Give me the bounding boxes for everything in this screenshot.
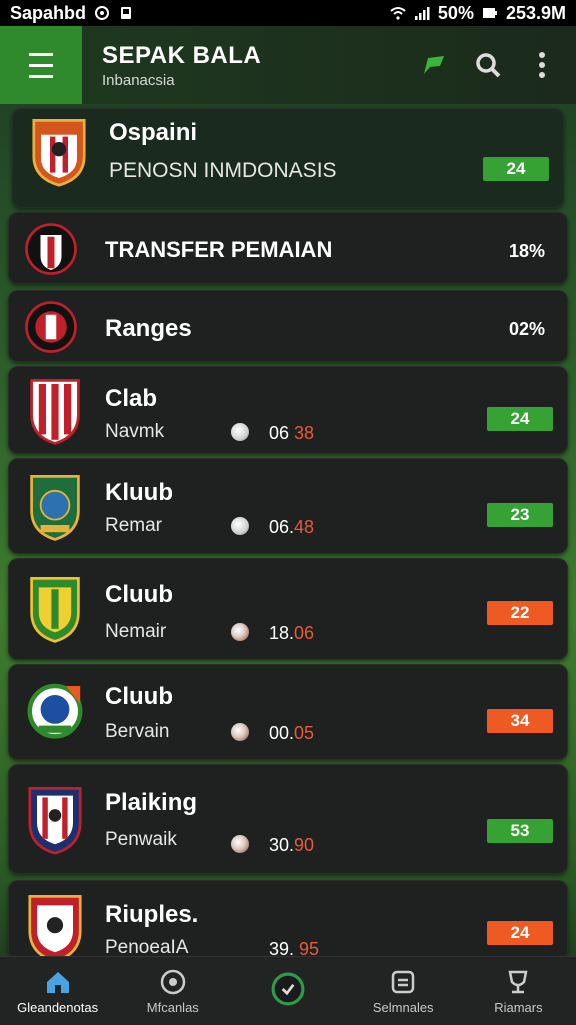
list-item-subtitle: Remar	[105, 515, 163, 536]
list-item[interactable]: Clab Navmk 06 38 24	[8, 366, 568, 454]
menu-button[interactable]	[0, 26, 82, 104]
status-bar: Sapahbd 50% 253.9M	[0, 0, 576, 26]
flag-button[interactable]	[420, 51, 448, 79]
list-item-subtitle: Bervain	[105, 721, 170, 742]
list-item-title: Cluub	[105, 683, 173, 710]
list-item[interactable]: TRANSFER PEMAIAN 18%	[8, 212, 568, 284]
list-icon	[391, 970, 415, 993]
app-bar: SEPAK BALA Inbanacsia	[0, 26, 576, 104]
list-item[interactable]: Ranges 02%	[8, 290, 568, 362]
list-item[interactable]: Riuples. PenoeaIA 39. 95 24	[8, 880, 568, 963]
featured-title: Ospaini	[109, 119, 198, 146]
club-crest-icon	[30, 475, 80, 541]
signal-icon	[414, 7, 430, 20]
club-crest-icon	[25, 223, 77, 275]
carrier-name: Sapahbd	[10, 2, 87, 23]
app-actions	[420, 51, 576, 79]
list-item-badge: 23	[487, 503, 553, 527]
nav-label: Selmnales	[372, 999, 434, 1015]
club-crest-icon	[28, 787, 82, 855]
list-item-badge: 24	[487, 407, 553, 431]
app-subtitle: Inbanacsia	[102, 71, 175, 89]
list-item-title: Riuples.	[105, 901, 199, 928]
wifi-icon	[390, 7, 406, 20]
list-item-title: Clab	[105, 385, 158, 412]
list-item-badge: 22	[487, 601, 553, 625]
more-vertical-icon	[539, 52, 545, 78]
ball-icon	[231, 517, 249, 535]
nav-item-center[interactable]	[230, 957, 345, 1025]
hamburger-icon	[29, 49, 53, 82]
more-button[interactable]	[528, 51, 556, 79]
trophy-icon	[508, 970, 528, 993]
list-item[interactable]: Kluub Remar 06.48 23	[8, 458, 568, 554]
app-titles: SEPAK BALA Inbanacsia	[102, 42, 420, 89]
club-crest-icon	[25, 301, 77, 353]
list-item-score: 06 38	[269, 423, 315, 443]
list-item-score: 30.90	[269, 835, 315, 855]
status-left: Sapahbd	[10, 3, 134, 24]
list-item-badge: 53	[487, 819, 553, 843]
check-icon	[271, 972, 305, 1006]
list-item-score: 18.06	[269, 623, 315, 643]
nav-label: Mfcanlas	[146, 999, 199, 1015]
club-crest-icon	[32, 119, 86, 187]
list-item-title: Plaiking	[105, 789, 198, 816]
list-item-title: Cluub	[105, 581, 173, 608]
list-item-value: 02%	[508, 319, 545, 339]
list-item[interactable]: Cluub Bervain 00.05 34	[8, 664, 568, 760]
battery-level: 50%	[437, 2, 474, 23]
ball-icon	[160, 969, 186, 994]
nav-item-schedules[interactable]: Selmnales	[346, 957, 461, 1025]
list-item-badge: 34	[487, 709, 553, 733]
list-item-value: 18%	[508, 241, 545, 261]
ball-icon	[231, 723, 249, 741]
club-crest-icon	[28, 895, 82, 963]
list-item-score: 00.05	[269, 723, 315, 743]
search-button[interactable]	[474, 51, 502, 79]
featured-card[interactable]: Ospaini PENOSN INMDONASIS 24	[12, 108, 564, 208]
ball-icon	[231, 423, 249, 441]
list-item-subtitle: Nemair	[105, 621, 167, 642]
nav-item-home[interactable]: Gleandenotas	[0, 957, 115, 1025]
flag-icon	[424, 56, 444, 74]
list-item-title: Kluub	[105, 479, 173, 506]
featured-subtitle: PENOSN INMDONASIS	[109, 159, 337, 182]
notification-icon	[121, 7, 132, 19]
home-icon	[46, 971, 69, 993]
search-icon	[476, 53, 501, 78]
list-item-subtitle: Penwaik	[105, 829, 177, 850]
list-item[interactable]: Plaiking Penwaik 30.90 53	[8, 764, 568, 874]
clock: 253.9M	[505, 2, 566, 23]
club-crest-icon	[30, 577, 80, 643]
sync-icon	[95, 6, 110, 20]
nav-label: Riamars	[494, 999, 543, 1015]
list-item-score: 06.48	[269, 517, 315, 537]
club-crest-icon	[30, 379, 80, 445]
nav-label: Gleandenotas	[17, 999, 99, 1015]
battery-icon	[482, 8, 497, 18]
list-item-title: Ranges	[105, 315, 192, 342]
bottom-nav: Gleandenotas Mfcanlas Selmnales Riamars	[0, 956, 576, 1025]
featured-badge: 24	[483, 157, 549, 181]
status-right: 50% 253.9M	[390, 3, 566, 24]
nav-item-matches[interactable]: Mfcanlas	[115, 957, 230, 1025]
list-item-title: TRANSFER PEMAIAN	[105, 237, 333, 262]
club-crest-icon	[27, 683, 83, 739]
ball-icon	[231, 623, 249, 641]
list-item[interactable]: Cluub Nemair 18.06 22	[8, 558, 568, 660]
list-item-badge: 24	[487, 921, 553, 945]
app-title: SEPAK BALA	[102, 41, 262, 69]
list-item-subtitle: Navmk	[105, 421, 165, 442]
ball-icon	[231, 835, 249, 853]
nav-item-rankings[interactable]: Riamars	[461, 957, 576, 1025]
